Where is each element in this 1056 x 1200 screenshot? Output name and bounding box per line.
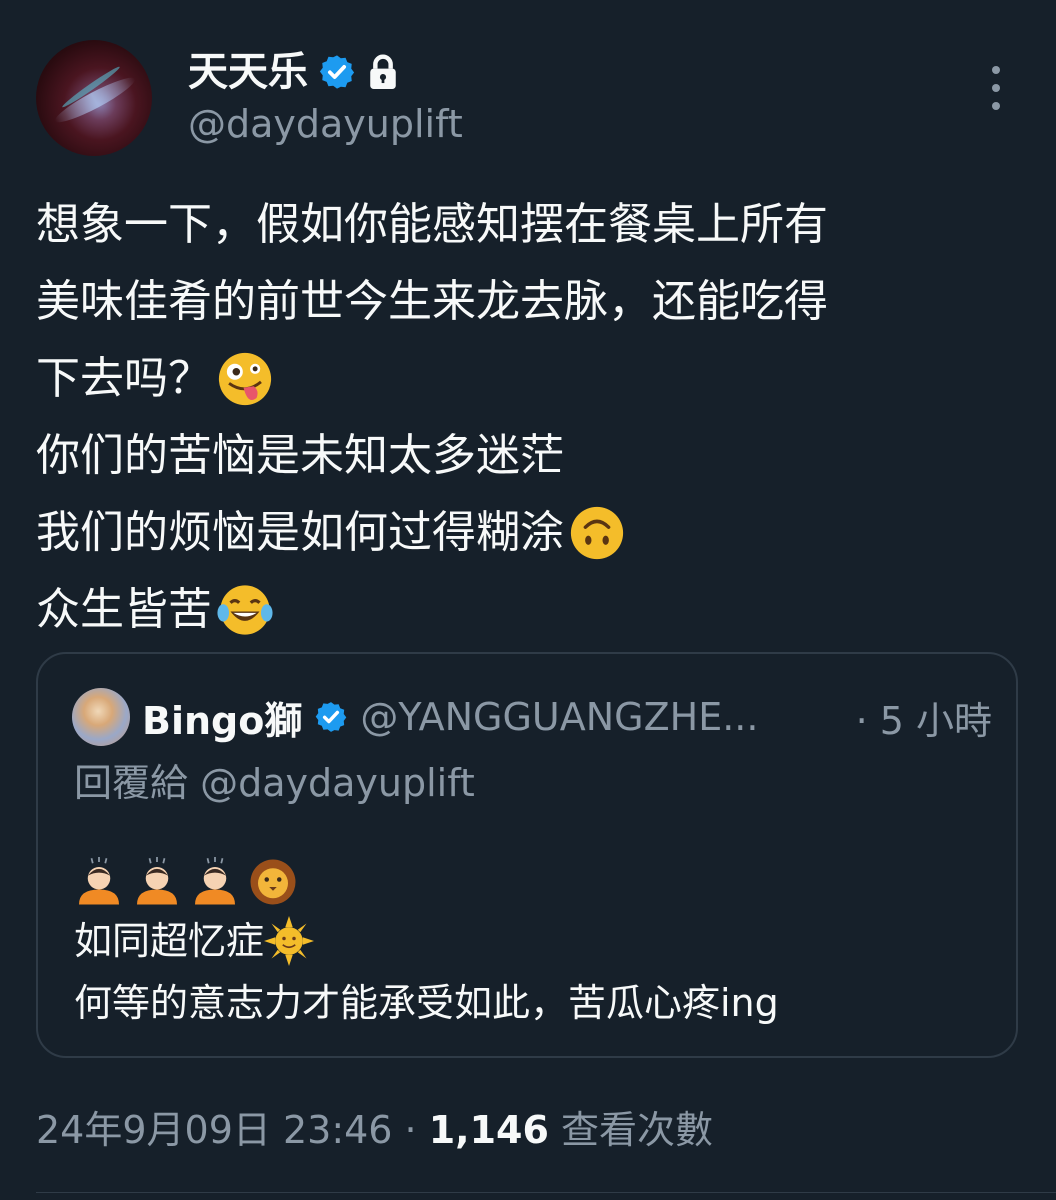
- tweet-line: 想象一下，假如你能感知摆在餐桌上所有: [36, 186, 1026, 263]
- dot: [992, 102, 1000, 110]
- quoted-author-avatar[interactable]: [72, 688, 130, 746]
- quoted-author-name[interactable]: Bingo獅: [142, 690, 302, 745]
- tweet-text: 想象一下，假如你能感知摆在餐桌上所有 美味佳肴的前世今生来龙去脉，还能吃得 下去…: [36, 186, 1026, 648]
- tweet-meta: 24年9月09日 23:46 · 1,146 查看次數: [36, 1100, 713, 1160]
- author-name-row: 天天乐: [188, 46, 400, 98]
- dot: [992, 66, 1000, 74]
- view-count: 1,146: [428, 1108, 549, 1152]
- tweet-line-text: 你们的苦恼是未知太多迷茫: [36, 430, 564, 481]
- quoted-tweet-card[interactable]: Bingo獅 @YANGGUANGZHE... · 5 小時 回覆給 @dayd…: [36, 652, 1018, 1058]
- zany-face-emoji-icon: [218, 352, 272, 405]
- author-display-name[interactable]: 天天乐: [188, 46, 308, 98]
- more-options-icon[interactable]: [978, 66, 1014, 110]
- quoted-line-text: 何等的意志力才能承受如此，苦瓜心疼ing: [74, 981, 779, 1025]
- tweet-header: 天天乐 @daydayuplift: [36, 40, 1020, 160]
- dot: [992, 84, 1000, 92]
- verified-badge-icon: [319, 55, 355, 89]
- tweet-line-text: 众生皆苦: [36, 584, 212, 635]
- quoted-timestamp[interactable]: · 5 小時: [856, 690, 992, 745]
- tweet-line: 美味佳肴的前世今生来龙去脉，还能吃得: [36, 263, 1026, 340]
- person-bowing-emoji-icon: [79, 857, 119, 905]
- author-handle[interactable]: @daydayuplift: [188, 100, 463, 148]
- tweet-timestamp[interactable]: 24年9月09日 23:46 ·: [36, 1108, 429, 1152]
- quoted-author-handle[interactable]: @YANGGUANGZHE...: [360, 695, 758, 739]
- tweet-line-text: 想象一下，假如你能感知摆在餐桌上所有: [36, 199, 828, 250]
- lion-face-emoji-icon: [250, 859, 296, 905]
- tweet-line-text: 美味佳肴的前世今生来龙去脉，还能吃得: [36, 276, 828, 327]
- tweet-line-text: 下去吗？: [36, 353, 212, 404]
- sun-with-face-emoji-icon: [264, 916, 315, 966]
- reply-to-label[interactable]: 回覆給 @daydayuplift: [74, 752, 475, 814]
- lock-icon: [370, 54, 396, 89]
- verified-badge-icon: [316, 702, 347, 732]
- quoted-emoji-row: [74, 854, 298, 910]
- person-bowing-emoji-icon: [137, 857, 177, 905]
- divider: [36, 1192, 1056, 1193]
- quoted-tweet-header: Bingo獅 @YANGGUANGZHE... · 5 小時: [72, 686, 992, 748]
- quoted-line-text: 如同超忆症: [74, 919, 265, 963]
- tweet-line: 我们的烦恼是如何过得糊涂: [36, 494, 1026, 571]
- face-with-tears-of-joy-emoji-icon: [217, 584, 273, 635]
- tweet-line-text: 我们的烦恼是如何过得糊涂: [36, 507, 564, 558]
- quoted-line: 何等的意志力才能承受如此，苦瓜心疼ing: [74, 972, 779, 1034]
- quoted-tweet-text: 如同超忆症 何等的意志力才能承受如此，苦瓜心疼ing: [74, 910, 779, 1034]
- author-avatar[interactable]: [36, 40, 152, 156]
- tweet-line: 众生皆苦: [36, 571, 1026, 648]
- quoted-line: 如同超忆症: [74, 910, 779, 972]
- tweet-line: 你们的苦恼是未知太多迷茫: [36, 417, 1026, 494]
- person-bowing-emoji-icon: [195, 857, 235, 905]
- tweet-line: 下去吗？: [36, 340, 1026, 417]
- upside-down-face-emoji-icon: [570, 506, 624, 559]
- view-count-label: 查看次數: [548, 1108, 714, 1152]
